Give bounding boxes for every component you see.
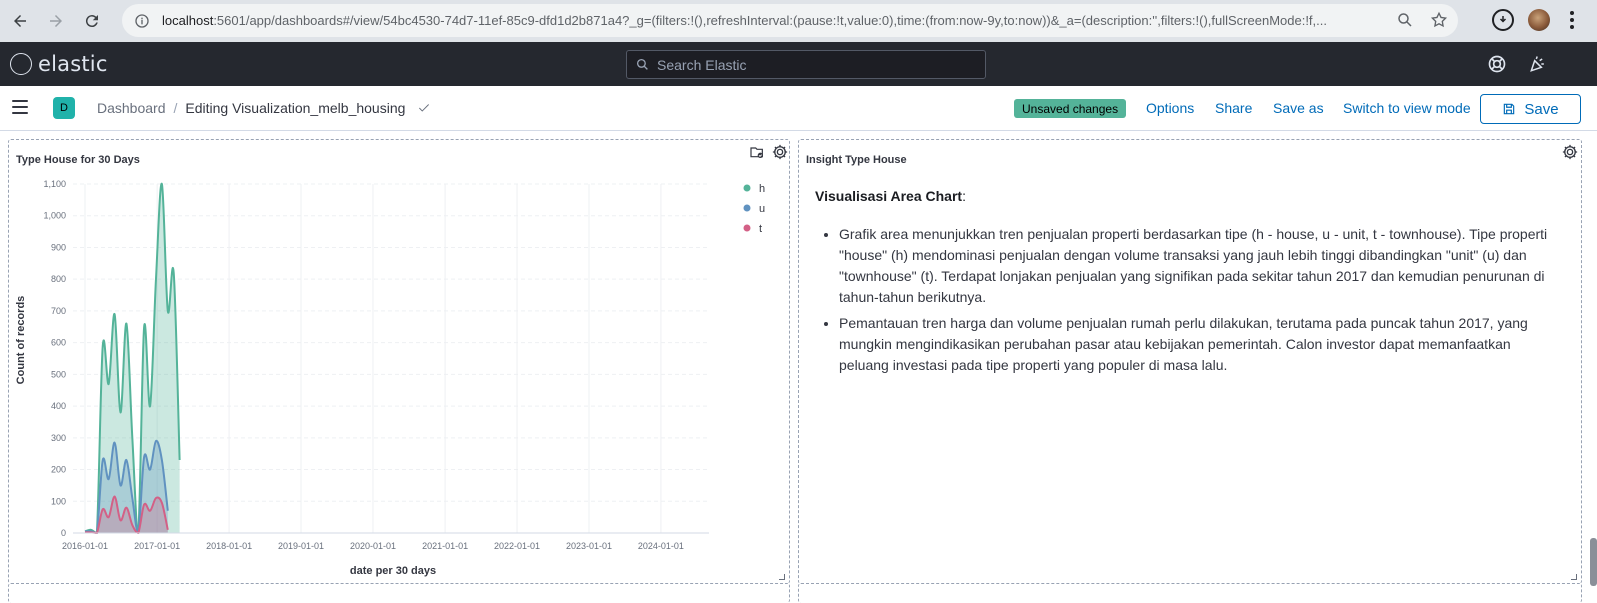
x-tick-label: 2019-01-01 (278, 541, 324, 551)
panel-title: Insight Type House (806, 154, 907, 166)
next-panel-right (798, 583, 1582, 603)
arrow-right-icon (50, 15, 62, 27)
elastic-logo-icon (10, 53, 32, 75)
breadcrumb-dashboard[interactable]: Dashboard (97, 100, 166, 116)
global-search[interactable] (626, 50, 986, 79)
y-axis-label: Count of records (15, 296, 27, 385)
y-tick-label: 700 (51, 306, 66, 316)
bookmark-star-icon[interactable] (1430, 11, 1448, 29)
search-input[interactable] (657, 56, 977, 73)
gear-icon[interactable] (1561, 143, 1579, 161)
x-tick-label: 2016-01-01 (62, 541, 108, 551)
x-tick-label: 2021-01-01 (422, 541, 468, 551)
help-icon[interactable] (1487, 54, 1507, 74)
next-panel-left (8, 583, 790, 603)
app-menu-bar: D Dashboard / Editing Visualization_melb… (0, 86, 1597, 131)
save-button-label: Save (1524, 100, 1559, 118)
url-path: :5601/app/dashboards#/view/54bc4530-74d7… (213, 13, 1327, 28)
x-tick-label: 2023-01-01 (566, 541, 612, 551)
y-tick-label: 200 (51, 465, 66, 475)
y-tick-label: 500 (51, 369, 66, 379)
unsaved-changes-badge[interactable]: Unsaved changes (1014, 99, 1127, 118)
y-tick-label: 300 (51, 433, 66, 443)
x-tick-label: 2020-01-01 (350, 541, 396, 551)
insight-panel[interactable]: Insight Type House Visualisasi Area Char… (798, 139, 1582, 584)
y-tick-label: 600 (51, 338, 66, 348)
y-tick-label: 100 (51, 496, 66, 506)
arrow-left-icon (14, 15, 26, 27)
x-axis-label: date per 30 days (350, 565, 436, 577)
insight-heading-text: Visualisasi Area Chart (815, 188, 963, 204)
list-item: Pemantauan tren harga dan volume penjual… (839, 313, 1555, 376)
check-icon[interactable] (417, 101, 431, 115)
address-bar[interactable]: localhost:5601/app/dashboards#/view/54bc… (122, 4, 1458, 37)
list-item: Grafik area menunjukkan tren penjualan p… (839, 224, 1555, 308)
menu-toggle-icon[interactable] (12, 100, 28, 114)
x-tick-label: 2018-01-01 (206, 541, 252, 551)
breadcrumb-current: Editing Visualization_melb_housing (185, 100, 406, 116)
chart-panel[interactable]: Type House for 30 Days 0 100 200 300 400 500 6… (8, 139, 790, 584)
share-button[interactable]: Share (1215, 100, 1252, 116)
elastic-logo[interactable]: elastic (10, 52, 108, 76)
y-tick-label: 800 (51, 274, 66, 284)
newsfeed-icon[interactable] (1528, 54, 1548, 74)
y-tick-label: 400 (51, 401, 66, 411)
y-tick-label: 1,000 (43, 211, 66, 221)
legend-label-t[interactable]: t (759, 223, 762, 235)
reload-button[interactable] (76, 5, 108, 37)
x-tick-label: 2017-01-01 (134, 541, 180, 551)
x-tick-label: 2024-01-01 (638, 541, 684, 551)
y-tick-label: 0 (61, 528, 66, 538)
browser-menu-icon[interactable] (1564, 9, 1580, 31)
save-icon (1504, 103, 1515, 115)
reload-icon (85, 15, 98, 28)
url-text[interactable]: localhost:5601/app/dashboards#/view/54bc… (162, 13, 1382, 28)
insight-list: Grafik area menunjukkan tren penjualan p… (815, 224, 1555, 376)
search-icon (636, 58, 648, 70)
save-as-button[interactable]: Save as (1273, 100, 1324, 116)
url-host: localhost (162, 13, 214, 28)
dashboard-canvas: Type House for 30 Days 0 100 200 300 400 500 6… (0, 131, 1597, 603)
resize-handle[interactable] (779, 574, 785, 580)
resize-handle[interactable] (1571, 574, 1577, 580)
back-button[interactable] (4, 5, 36, 37)
insight-heading-suffix: : (962, 188, 966, 204)
kibana-header: elastic (0, 42, 1597, 86)
legend-swatch-u[interactable] (743, 204, 751, 212)
y-tick-label: 900 (51, 242, 66, 252)
breadcrumb: Dashboard / Editing Visualization_melb_h… (97, 100, 431, 116)
save-button[interactable]: Save (1480, 94, 1581, 124)
legend-swatch-h[interactable] (743, 184, 751, 192)
x-tick-label: 2022-01-01 (494, 541, 540, 551)
legend-label-u[interactable]: u (759, 203, 765, 215)
profile-avatar[interactable] (1528, 9, 1550, 31)
site-info-icon[interactable] (134, 13, 150, 29)
legend-swatch-t[interactable] (743, 224, 751, 232)
browser-toolbar: localhost:5601/app/dashboards#/view/54bc… (0, 0, 1597, 42)
area-chart: 0 100 200 300 400 500 600 700 800 900 1,000 1,100 20… (15, 179, 765, 577)
legend-label-h[interactable]: h (759, 183, 765, 195)
options-button[interactable]: Options (1146, 100, 1194, 116)
y-tick-label: 1,100 (43, 179, 66, 189)
download-icon[interactable] (1492, 9, 1514, 31)
switch-to-view-mode-button[interactable]: Switch to view mode (1343, 100, 1471, 116)
forward-button[interactable] (40, 5, 72, 37)
page-scrollbar[interactable] (1590, 538, 1597, 586)
logo-text: elastic (38, 52, 108, 76)
markdown-content: Visualisasi Area Chart: Grafik area menu… (815, 188, 1555, 381)
zoom-icon[interactable] (1396, 11, 1414, 29)
breadcrumb-separator: / (173, 100, 178, 116)
insight-heading: Visualisasi Area Chart: (815, 188, 1555, 204)
space-avatar[interactable]: D (53, 97, 75, 119)
